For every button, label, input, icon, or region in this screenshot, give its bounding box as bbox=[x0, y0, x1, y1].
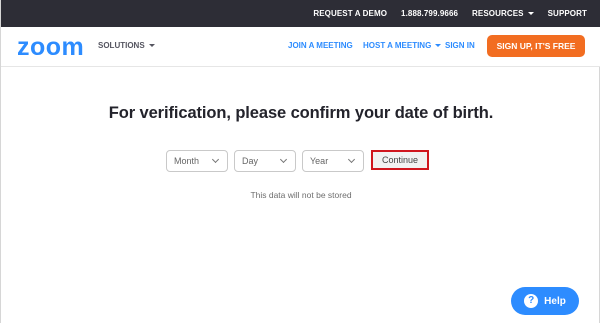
join-meeting-link[interactable]: JOIN A MEETING bbox=[288, 41, 353, 50]
resources-menu[interactable]: RESOURCES bbox=[472, 9, 534, 18]
resources-label: RESOURCES bbox=[472, 9, 524, 18]
solutions-menu[interactable]: SOLUTIONS bbox=[98, 41, 155, 50]
support-link[interactable]: SUPPORT bbox=[548, 9, 587, 18]
chevron-down-icon bbox=[279, 155, 288, 164]
help-button[interactable]: ? Help bbox=[511, 287, 579, 315]
zoom-logo[interactable]: zoom bbox=[17, 35, 84, 60]
host-meeting-menu[interactable]: HOST A MEETING bbox=[363, 41, 442, 50]
main-nav: zoom SOLUTIONS JOIN A MEETING HOST A MEE… bbox=[1, 27, 600, 67]
month-select-value: Month bbox=[174, 156, 200, 166]
sign-up-button[interactable]: SIGN UP, IT'S FREE bbox=[487, 35, 585, 57]
help-label: Help bbox=[544, 295, 566, 307]
day-select-value: Day bbox=[242, 156, 259, 166]
month-select[interactable]: Month bbox=[166, 150, 228, 172]
question-circle-icon: ? bbox=[524, 294, 539, 308]
request-demo-link[interactable]: REQUEST A DEMO bbox=[313, 9, 387, 18]
year-select[interactable]: Year bbox=[302, 150, 364, 172]
day-select[interactable]: Day bbox=[234, 150, 296, 172]
caret-down-icon bbox=[527, 12, 534, 15]
host-meeting-label: HOST A MEETING bbox=[363, 41, 432, 50]
phone-number-link[interactable]: 1.888.799.9666 bbox=[401, 9, 458, 18]
page-title: For verification, please confirm your da… bbox=[108, 104, 494, 122]
page: REQUEST A DEMO 1.888.799.9666 RESOURCES … bbox=[0, 0, 600, 323]
chevron-down-icon bbox=[211, 155, 220, 164]
continue-button[interactable]: Continue bbox=[371, 150, 429, 170]
privacy-note: This data will not be stored bbox=[250, 190, 352, 200]
caret-down-icon bbox=[148, 44, 155, 47]
year-select-value: Year bbox=[310, 156, 329, 166]
top-utility-bar: REQUEST A DEMO 1.888.799.9666 RESOURCES … bbox=[1, 0, 600, 27]
chevron-down-icon bbox=[347, 155, 356, 164]
caret-down-icon bbox=[435, 44, 442, 47]
solutions-label: SOLUTIONS bbox=[98, 41, 145, 50]
sign-in-link[interactable]: SIGN IN bbox=[445, 41, 475, 50]
